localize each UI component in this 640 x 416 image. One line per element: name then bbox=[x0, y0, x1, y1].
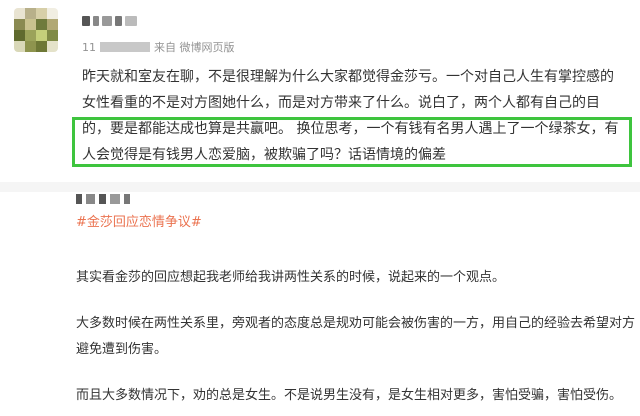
post-line: 昨天就和室友在聊，不是很理解为什么大家都觉得金莎亏。一个对自己人生有掌控感的 bbox=[82, 69, 614, 85]
post-body: 昨天就和室友在聊，不是很理解为什么大家都觉得金莎亏。一个对自己人生有掌控感的 女… bbox=[82, 64, 632, 168]
author-redacted[interactable] bbox=[76, 192, 130, 206]
post-line: 人会觉得是有钱男人恋爱脑，被欺骗了吗？话语情境的偏差 bbox=[82, 147, 446, 163]
article-paragraph: 其实看金莎的回应想起我老师给我讲两性关系的时候，说起来的一个观点。 bbox=[76, 270, 506, 285]
article-paragraph: 大多数时候在两性关系里，旁观者的态度总是规劝可能会被伤害的一方，用自己的经验去希… bbox=[76, 316, 636, 331]
post-line: 的，要是都能达成也算是共赢吧。 换位思考，一个有钱有名男人遇上了一个绿茶女，有 bbox=[82, 121, 619, 137]
post-date-redacted bbox=[100, 42, 150, 52]
hashtag-link[interactable]: #金莎回应恋情争议# bbox=[76, 211, 202, 230]
article-card: #金莎回应恋情争议# 其实看金莎的回应想起我老师给我讲两性关系的时候，说起来的一… bbox=[0, 192, 640, 416]
section-divider bbox=[0, 182, 640, 192]
post-meta: 11 来自 微博网页版 bbox=[82, 39, 235, 55]
post-date-prefix: 11 bbox=[82, 40, 96, 54]
weibo-post: 11 来自 微博网页版 昨天就和室友在聊，不是很理解为什么大家都觉得金莎亏。一个… bbox=[0, 0, 640, 200]
post-line: 女性看重的不是对方图她什么，而是对方带来了什么。说白了，两个人都有自己的目 bbox=[82, 95, 600, 111]
article-paragraph: 而且大多数情况下，劝的总是女生。不是说男生没有，是女生相对更多，害怕受骗，害怕受… bbox=[76, 388, 623, 403]
article-paragraph: 避免遭到伤害。 bbox=[76, 342, 168, 357]
avatar[interactable] bbox=[14, 8, 58, 52]
post-source[interactable]: 来自 微博网页版 bbox=[154, 39, 235, 55]
username-redacted[interactable] bbox=[82, 14, 162, 28]
